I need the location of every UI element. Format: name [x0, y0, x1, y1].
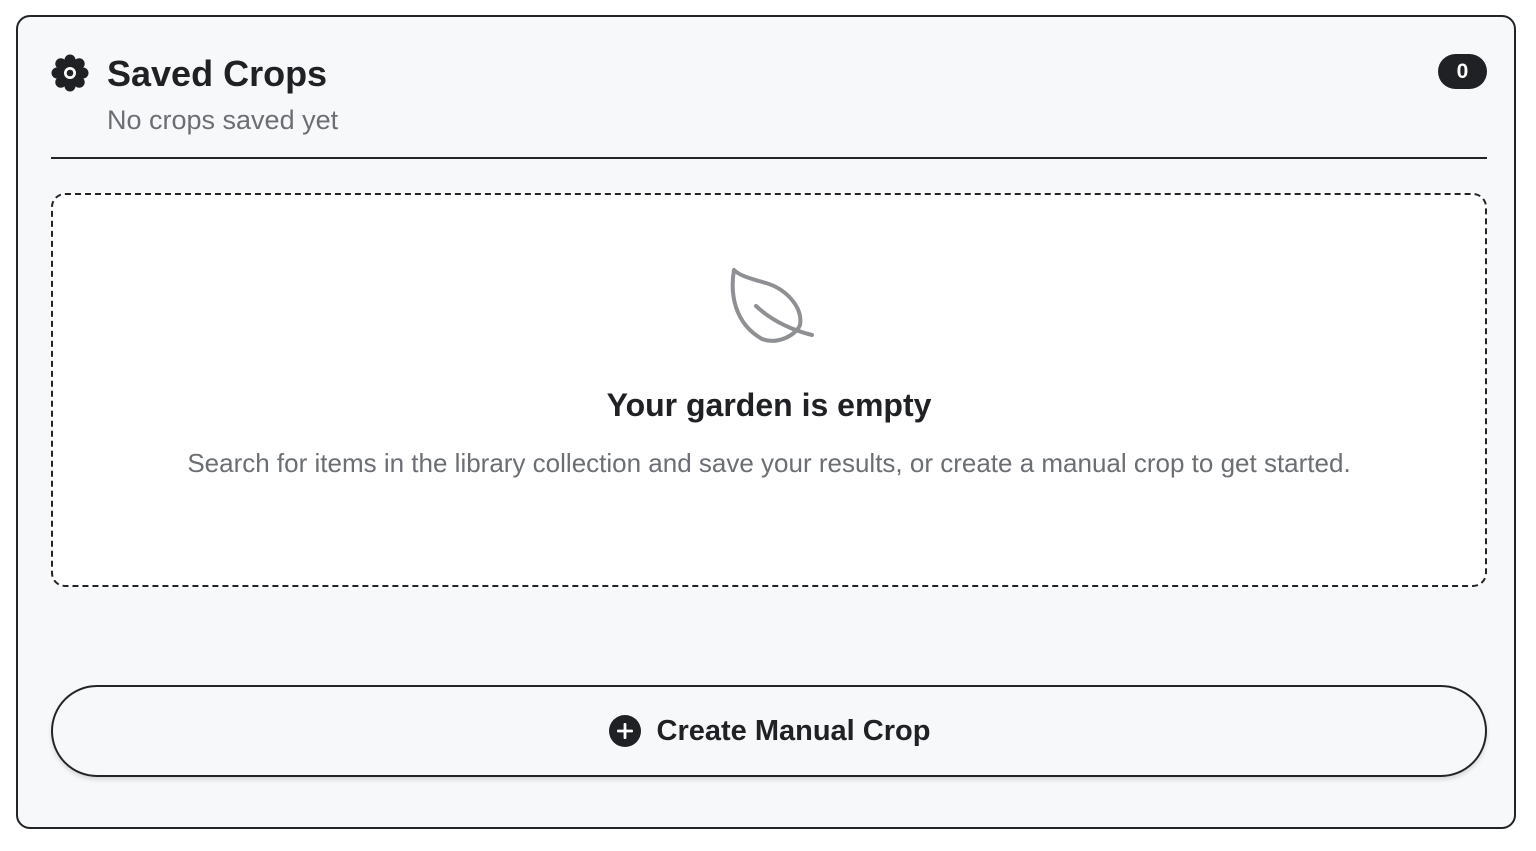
count-badge: 0 — [1438, 54, 1487, 89]
gear-icon — [51, 54, 89, 92]
header-divider — [51, 157, 1487, 159]
empty-state-title: Your garden is empty — [606, 387, 932, 423]
create-button-content: Create Manual Crop — [53, 687, 1485, 775]
create-manual-crop-button[interactable]: Create Manual Crop — [51, 685, 1487, 777]
panel-subtitle: No crops saved yet — [107, 105, 339, 135]
empty-state: Your garden is empty Search for items in… — [51, 193, 1487, 587]
plus-circle-icon — [608, 715, 641, 747]
panel-title: Saved Crops — [107, 53, 328, 94]
empty-state-description: Search for items in the library collecti… — [187, 448, 1351, 478]
saved-crops-panel: Saved Crops No crops saved yet 0 Your ga… — [16, 15, 1516, 829]
leaf-icon — [730, 268, 814, 343]
create-button-label: Create Manual Crop — [656, 714, 931, 747]
panel-header: Saved Crops No crops saved yet 0 — [51, 47, 1487, 159]
